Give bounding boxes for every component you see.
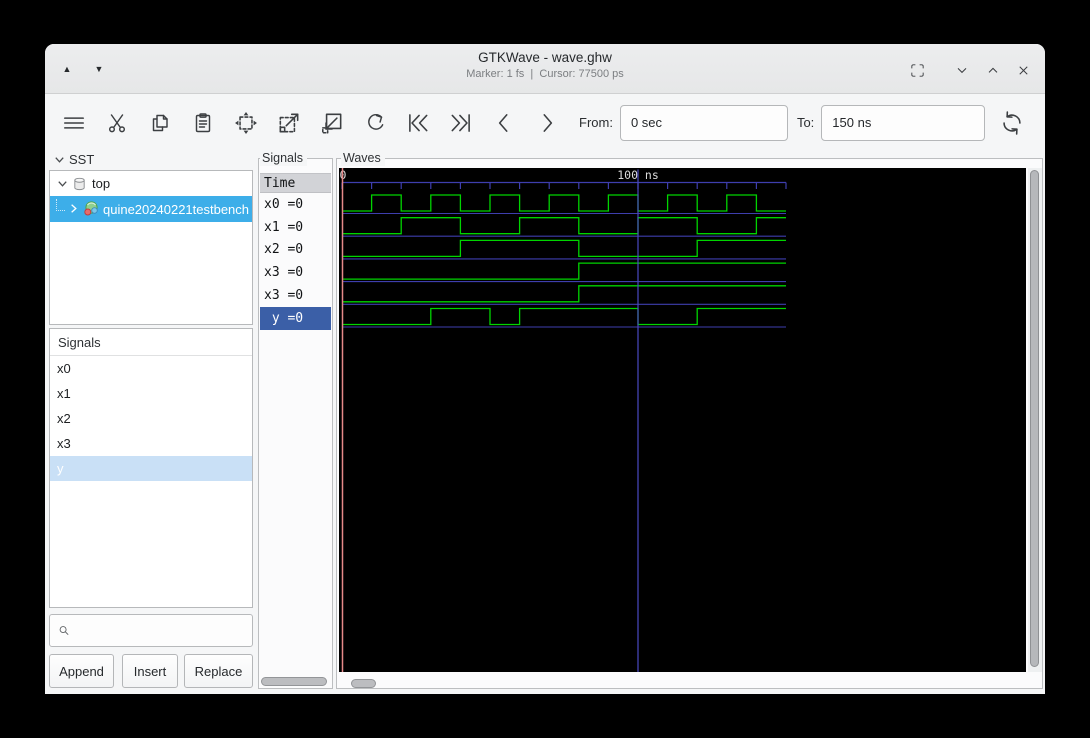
tree-item-label: quine20240221testbench	[103, 201, 250, 217]
signal-name-row[interactable]: x2 =0	[260, 238, 331, 261]
waves-vscrollbar[interactable]	[1028, 168, 1042, 672]
waves-hscrollbar[interactable]	[339, 678, 1026, 689]
signals-frame-label: Signals	[260, 150, 307, 166]
list-item[interactable]: x0	[50, 356, 252, 381]
chevron-left-icon	[498, 113, 508, 132]
minimize-button[interactable]	[951, 59, 973, 81]
fullscreen-icon	[910, 63, 924, 77]
database-cylinder-icon	[72, 176, 88, 192]
waveform-canvas[interactable]: 0100 ns	[339, 168, 1026, 672]
skip-to-start-button[interactable]	[405, 110, 431, 136]
undo-button[interactable]	[362, 110, 388, 136]
signal-name-row-selected[interactable]: y =0	[260, 306, 331, 330]
from-label: From:	[579, 115, 613, 130]
chevron-down-icon	[957, 68, 967, 74]
fullscreen-button[interactable]	[906, 59, 928, 81]
scrollbar-thumb[interactable]	[1030, 170, 1039, 667]
signal-name-panel: Signals Time x0 =0 x1 =0 x2 =0 x3 =0 x3 …	[258, 150, 333, 689]
search-input[interactable]	[76, 623, 252, 638]
reload-icon	[1003, 110, 1021, 135]
waveform-traces: 0100 ns	[340, 168, 787, 672]
toolbar: From: To:	[45, 95, 1045, 150]
search-icon	[59, 626, 69, 636]
maximize-button[interactable]	[982, 59, 1004, 81]
copy-icon	[152, 114, 168, 131]
zoom-in-icon	[279, 113, 299, 132]
title-block: GTKWave - wave.ghw Marker: 1 fs | Cursor…	[45, 50, 1045, 80]
chevron-down-icon[interactable]	[56, 177, 70, 191]
signal-name-row[interactable]: x0 =0	[260, 193, 331, 216]
to-time-input[interactable]	[821, 104, 986, 141]
zoom-fit-icon	[235, 111, 257, 134]
window-title: GTKWave - wave.ghw	[478, 50, 612, 65]
insert-button[interactable]: Insert	[122, 654, 178, 688]
step-right-button[interactable]	[534, 110, 560, 136]
scissors-icon	[108, 113, 126, 132]
scrollbar-thumb[interactable]	[261, 677, 327, 686]
chevron-down-icon	[53, 153, 67, 167]
step-left-button[interactable]	[491, 110, 517, 136]
waves-panel: Waves 0100 ns	[336, 150, 1043, 689]
scrollbar-thumb[interactable]	[351, 679, 376, 688]
paste-button[interactable]	[190, 110, 216, 136]
undo-icon	[368, 113, 384, 130]
facility-list-header: Signals	[50, 329, 252, 356]
facility-list: Signals x0 x1 x2 x3 y	[49, 328, 253, 608]
menu-icon	[64, 116, 84, 129]
from-time-input[interactable]	[619, 104, 788, 141]
zoom-out-button[interactable]	[319, 110, 345, 136]
to-label: To:	[796, 115, 815, 130]
menu-button[interactable]	[61, 110, 87, 136]
close-button[interactable]	[1012, 59, 1034, 81]
reload-button[interactable]	[999, 110, 1025, 136]
chevron-right-icon	[543, 113, 553, 132]
waves-frame-label: Waves	[341, 150, 385, 166]
paste-icon	[195, 112, 211, 132]
list-item-selected[interactable]: y	[50, 456, 252, 481]
skip-to-start-icon	[409, 113, 428, 132]
name-panel-hscrollbar[interactable]	[261, 676, 331, 687]
append-button[interactable]: Append	[49, 654, 114, 688]
sst-expander-header[interactable]: SST	[49, 152, 94, 167]
copy-button[interactable]	[147, 110, 173, 136]
marker-cursor-status: Marker: 1 fs | Cursor: 77500 ps	[466, 68, 624, 80]
zoom-fit-button[interactable]	[233, 110, 259, 136]
list-item[interactable]: x2	[50, 406, 252, 431]
chevron-right-icon[interactable]	[67, 202, 81, 216]
signal-search-box[interactable]	[49, 614, 253, 647]
zoom-in-button[interactable]	[276, 110, 302, 136]
list-item[interactable]: x1	[50, 381, 252, 406]
time-header-row[interactable]: Time	[260, 173, 331, 193]
gtkwave-window: ▲ ▼ GTKWave - wave.ghw Marker: 1 fs | Cu…	[45, 44, 1045, 694]
cut-button[interactable]	[104, 110, 130, 136]
chevron-up-icon	[988, 67, 998, 73]
signal-name-row[interactable]: x1 =0	[260, 216, 331, 239]
skip-to-end-icon	[451, 113, 470, 132]
titlebar[interactable]: ▲ ▼ GTKWave - wave.ghw Marker: 1 fs | Cu…	[45, 44, 1045, 94]
tree-item-label: top	[92, 176, 111, 191]
list-item[interactable]: x3	[50, 431, 252, 456]
replace-button[interactable]: Replace	[184, 654, 253, 688]
signal-name-row[interactable]: x3 =0	[260, 284, 331, 307]
close-icon	[1018, 65, 1028, 75]
sst-label: SST	[69, 152, 95, 167]
skip-to-end-button[interactable]	[448, 110, 474, 136]
module-globe-icon	[83, 201, 99, 217]
zoom-out-icon	[322, 113, 342, 134]
tree-guide-line	[56, 199, 65, 211]
tree-item-top[interactable]: top	[50, 171, 252, 196]
tree-item-testbench[interactable]: quine20240221testbench	[50, 196, 252, 222]
signal-name-row[interactable]: x3 =0	[260, 261, 331, 284]
sst-tree: top quine20240221testbench	[49, 170, 253, 325]
